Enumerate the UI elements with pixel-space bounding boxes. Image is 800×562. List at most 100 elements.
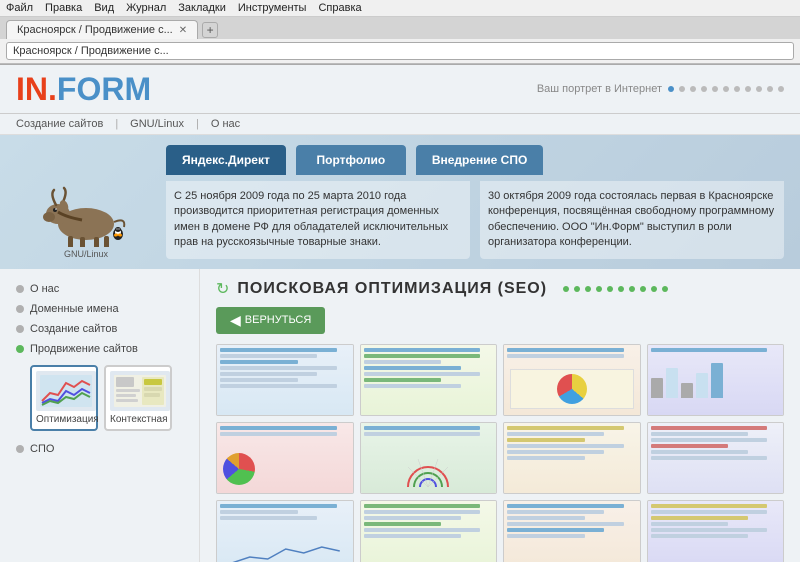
tab-bar: Красноярск / Продвижение с... ✕ + (0, 17, 800, 39)
dot-4 (701, 86, 707, 92)
screenshot-grid (216, 344, 784, 562)
thumb-row (364, 510, 481, 514)
sidebar-item-domains[interactable]: Доменные имена (16, 299, 183, 319)
thumb-row (364, 426, 481, 430)
screenshot-thumb-10[interactable] (360, 500, 498, 562)
menu-edit[interactable]: Правка (45, 2, 82, 14)
sidebar: О нас Доменные имена Создание сайтов Про… (0, 269, 200, 562)
sdot-2 (574, 286, 580, 292)
hero-area: GNU/Linux Яндекс.Директ Портфолио Внедре… (0, 135, 800, 269)
screenshot-thumb-3[interactable] (503, 344, 641, 416)
thumb-row (220, 516, 317, 520)
menu-bar: Файл Правка Вид Журнал Закладки Инструме… (0, 0, 800, 17)
menu-file[interactable]: Файл (6, 2, 33, 14)
hero-tab-portfolio[interactable]: Портфолио (296, 145, 406, 175)
screenshot-thumb-9[interactable] (216, 500, 354, 562)
website-content: IN.FORM Ваш портрет в Интернет Создание … (0, 65, 800, 562)
address-input[interactable] (6, 42, 794, 60)
section-dot-indicators (563, 286, 668, 292)
sdot-1 (563, 286, 569, 292)
screenshot-thumb-5[interactable] (216, 422, 354, 494)
menu-tools[interactable]: Инструменты (238, 2, 307, 14)
thumb-row (220, 426, 337, 430)
thumb-row (651, 522, 729, 526)
thumb-row (507, 504, 624, 508)
nav-create-sites[interactable]: Создание сайтов (16, 118, 103, 130)
screenshot-thumb-4[interactable] (647, 344, 785, 416)
screenshot-thumb-6[interactable] (360, 422, 498, 494)
bar (666, 368, 678, 398)
screenshot-thumb-7[interactable] (503, 422, 641, 494)
sidebar-item-spo[interactable]: СПО (16, 439, 183, 459)
hero-tabs: Яндекс.Директ Портфолио Внедрение СПО (166, 145, 784, 175)
nav-sep-2: | (196, 118, 199, 130)
nav-gnu-linux[interactable]: GNU/Linux (130, 118, 184, 130)
screenshot-thumb-11[interactable] (503, 500, 641, 562)
thumb-row (507, 432, 604, 436)
thumb-row (651, 534, 748, 538)
thumb-row (364, 432, 481, 436)
thumb-row (651, 348, 768, 352)
bar (711, 363, 723, 398)
sidebar-dot-create (16, 325, 24, 333)
menu-help[interactable]: Справка (318, 2, 361, 14)
sidebar-item-create-sites[interactable]: Создание сайтов (16, 319, 183, 339)
sidebar-label-domains: Доменные имена (30, 303, 119, 315)
thumb-row (507, 438, 585, 442)
sdot-5 (607, 286, 613, 292)
thumb-row (364, 522, 442, 526)
thumb-row (364, 372, 481, 376)
thumb-row (507, 510, 604, 514)
dot-1 (668, 86, 674, 92)
thumb-row (651, 528, 768, 532)
sidebar-label-create: Создание сайтов (30, 323, 117, 335)
back-arrow-icon: ◀ (230, 312, 241, 329)
sidebar-item-promote-sites[interactable]: Продвижение сайтов (16, 339, 183, 359)
sidebar-dot-domains (16, 305, 24, 313)
hero-tab-spo[interactable]: Внедрение СПО (416, 145, 543, 175)
thumb-row (220, 366, 337, 370)
sidebar-dot-spo (16, 445, 24, 453)
header-dot-indicators (668, 86, 784, 92)
sdot-4 (596, 286, 602, 292)
gnu-animal-illustration (36, 182, 136, 247)
dot-8 (745, 86, 751, 92)
back-button[interactable]: ◀ ВЕРНУТЬСЯ (216, 307, 325, 334)
tab-label: Красноярск / Продвижение с... (17, 24, 173, 36)
sidebar-card-contextual[interactable]: Контекстная (104, 365, 172, 431)
thumb-row (507, 348, 624, 352)
thumb-row (651, 510, 768, 514)
contextual-label: Контекстная (110, 414, 168, 425)
dot-10 (767, 86, 773, 92)
main-layout: О нас Доменные имена Создание сайтов Про… (0, 269, 800, 562)
main-content: ↻ ПОИСКОВАЯ ОПТИМИЗАЦИЯ (SEO) ◀ В (200, 269, 800, 562)
screenshot-thumb-1[interactable] (216, 344, 354, 416)
menu-view[interactable]: Вид (94, 2, 114, 14)
browser-tab[interactable]: Красноярск / Продвижение с... ✕ (6, 20, 198, 39)
thumb-row (651, 426, 768, 430)
hero-content: Яндекс.Директ Портфолио Внедрение СПО С … (166, 145, 784, 259)
thumb-row (507, 522, 624, 526)
sidebar-card-optimization[interactable]: Оптимизация (30, 365, 98, 431)
hero-tab-yandex-direct[interactable]: Яндекс.Директ (166, 145, 286, 175)
hero-panels: С 25 ноября 2009 года по 25 марта 2010 г… (166, 181, 784, 259)
thumb-row (507, 456, 585, 460)
sidebar-label-about: О нас (30, 283, 59, 295)
sdot-6 (618, 286, 624, 292)
back-button-label: ВЕРНУТЬСЯ (245, 314, 312, 326)
dot-6 (723, 86, 729, 92)
thumb-row (364, 516, 461, 520)
tab-close-button[interactable]: ✕ (179, 25, 187, 36)
menu-journal[interactable]: Журнал (126, 2, 166, 14)
menu-bookmarks[interactable]: Закладки (178, 2, 226, 14)
sidebar-item-about[interactable]: О нас (16, 279, 183, 299)
new-tab-button[interactable]: + (202, 22, 218, 38)
screenshot-thumb-12[interactable] (647, 500, 785, 562)
sdot-7 (629, 286, 635, 292)
nav-about[interactable]: О нас (211, 118, 240, 130)
screenshot-thumb-2[interactable] (360, 344, 498, 416)
dot-2 (679, 86, 685, 92)
site-logo[interactable]: IN.FORM (16, 73, 151, 105)
thumb-row (364, 378, 442, 382)
screenshot-thumb-8[interactable] (647, 422, 785, 494)
